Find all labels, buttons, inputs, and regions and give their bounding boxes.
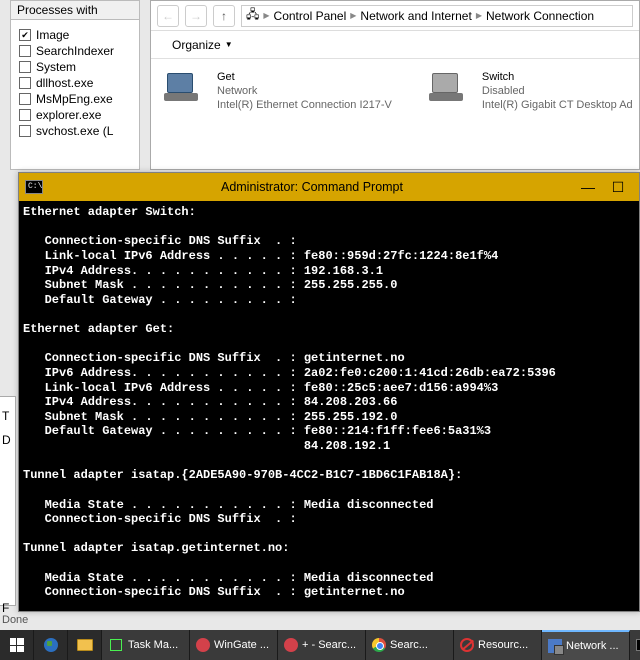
resource-monitor-icon — [460, 638, 474, 652]
network-icon: 🖧 — [246, 5, 259, 26]
background-window-fragment: T D F — [0, 396, 16, 606]
process-label: Image — [36, 28, 69, 42]
back-button[interactable]: ← — [157, 5, 179, 27]
chrome-icon — [372, 638, 386, 652]
adapter-device: Intel(R) Gigabit CT Desktop Ad — [482, 99, 633, 113]
command-prompt-window: C:\ Administrator: Command Prompt — ☐ Et… — [18, 172, 640, 612]
taskbar-pinned[interactable] — [68, 630, 102, 660]
adapter-details: Get Network Intel(R) Ethernet Connection… — [217, 71, 392, 157]
terminal-output[interactable]: Ethernet adapter Switch: Connection-spec… — [19, 201, 639, 611]
internet-explorer-icon — [44, 638, 58, 652]
taskbar-label: + - Searc... — [302, 639, 356, 651]
process-label: MsMpEng.exe — [36, 92, 113, 106]
checkbox-icon[interactable] — [19, 45, 31, 57]
command-prompt-icon — [636, 639, 640, 651]
processes-panel: Processes with ✔ Image SearchIndexer Sys… — [10, 0, 140, 170]
opera-icon — [284, 638, 298, 652]
process-label: SearchIndexer — [36, 44, 114, 58]
organize-label: Organize — [172, 38, 221, 52]
nc-toolbar: Organize ▼ — [151, 31, 639, 59]
adapter-item[interactable]: Switch Disabled Intel(R) Gigabit CT Desk… — [432, 71, 633, 157]
taskbar-app[interactable]: Netw... — [630, 630, 640, 660]
adapter-details: Switch Disabled Intel(R) Gigabit CT Desk… — [482, 71, 633, 157]
organize-button[interactable]: Organize ▼ — [163, 34, 242, 56]
chevron-right-icon: ▶ — [476, 11, 482, 20]
checkbox-icon[interactable] — [19, 109, 31, 121]
network-connections-window: ← → ↑ 🖧 ▶ Control Panel ▶ Network and In… — [150, 0, 640, 170]
adapter-icon — [167, 71, 209, 109]
adapter-name: Get — [217, 71, 392, 85]
network-settings-icon — [548, 639, 562, 653]
task-manager-icon — [108, 637, 124, 653]
start-button[interactable] — [0, 630, 34, 660]
processes-title: Processes with — [11, 1, 139, 20]
checkbox-icon[interactable] — [19, 77, 31, 89]
taskbar-pinned[interactable] — [34, 630, 68, 660]
taskbar-app[interactable]: Task Ma... — [102, 630, 190, 660]
taskbar-label: WinGate ... — [214, 639, 269, 651]
adapter-status: Network — [217, 85, 392, 99]
taskbar-app[interactable]: Searc... — [366, 630, 454, 660]
adapter-icon — [432, 71, 474, 109]
up-button[interactable]: ↑ — [213, 5, 235, 27]
adapters-list: Get Network Intel(R) Ethernet Connection… — [151, 59, 639, 169]
checkbox-icon[interactable] — [19, 61, 31, 73]
adapter-item[interactable]: Get Network Intel(R) Ethernet Connection… — [167, 71, 392, 157]
process-row[interactable]: SearchIndexer — [19, 44, 131, 58]
nc-address-bar: ← → ↑ 🖧 ▶ Control Panel ▶ Network and In… — [151, 1, 639, 31]
chevron-down-icon: ▼ — [225, 40, 233, 49]
process-label: svchost.exe (L — [36, 124, 113, 138]
taskbar-label: Searc... — [390, 639, 428, 651]
process-row[interactable]: System — [19, 60, 131, 74]
process-row[interactable]: ✔ Image — [19, 28, 131, 42]
command-prompt-icon: C:\ — [25, 180, 43, 194]
checkbox-icon[interactable] — [19, 93, 31, 105]
chevron-right-icon: ▶ — [263, 11, 269, 20]
maximize-button[interactable]: ☐ — [603, 179, 633, 196]
chevron-right-icon: ▶ — [350, 11, 356, 20]
adapter-device: Intel(R) Ethernet Connection I217-V — [217, 99, 392, 113]
breadcrumb-item[interactable]: Network Connection — [486, 9, 594, 23]
processes-list: ✔ Image SearchIndexer System dllhost.exe… — [11, 20, 139, 146]
process-label: explorer.exe — [36, 108, 101, 122]
window-controls: — ☐ — [573, 179, 633, 196]
process-label: System — [36, 60, 76, 74]
frag-letter: D — [0, 431, 15, 449]
breadcrumb[interactable]: 🖧 ▶ Control Panel ▶ Network and Internet… — [241, 5, 633, 27]
process-row[interactable]: svchost.exe (L — [19, 124, 131, 138]
opera-icon — [196, 638, 210, 652]
taskbar: Task Ma... WinGate ... + - Searc... Sear… — [0, 630, 640, 660]
process-row[interactable]: explorer.exe — [19, 108, 131, 122]
checkbox-icon[interactable]: ✔ — [19, 29, 31, 41]
process-label: dllhost.exe — [36, 76, 93, 90]
frag-letter: T — [0, 407, 15, 425]
taskbar-label: Resourc... — [478, 639, 528, 651]
breadcrumb-item[interactable]: Network and Internet — [360, 9, 471, 23]
checkbox-icon[interactable] — [19, 125, 31, 137]
taskbar-label: Network ... — [566, 640, 619, 652]
taskbar-app[interactable]: Resourc... — [454, 630, 542, 660]
breadcrumb-item[interactable]: Control Panel — [274, 9, 347, 23]
file-explorer-icon — [77, 639, 93, 651]
taskbar-app[interactable]: Network ... — [542, 630, 630, 660]
adapter-name: Switch — [482, 71, 633, 85]
process-row[interactable]: MsMpEng.exe — [19, 92, 131, 106]
taskbar-app[interactable]: + - Searc... — [278, 630, 366, 660]
minimize-button[interactable]: — — [573, 179, 603, 196]
taskbar-label: Task Ma... — [128, 639, 178, 651]
window-title: Administrator: Command Prompt — [51, 180, 573, 194]
windows-logo-icon — [10, 638, 24, 652]
status-text: Done — [2, 614, 28, 626]
forward-button[interactable]: → — [185, 5, 207, 27]
adapter-status: Disabled — [482, 85, 633, 99]
taskbar-app[interactable]: WinGate ... — [190, 630, 278, 660]
process-row[interactable]: dllhost.exe — [19, 76, 131, 90]
cmd-titlebar[interactable]: C:\ Administrator: Command Prompt — ☐ — [19, 173, 639, 201]
